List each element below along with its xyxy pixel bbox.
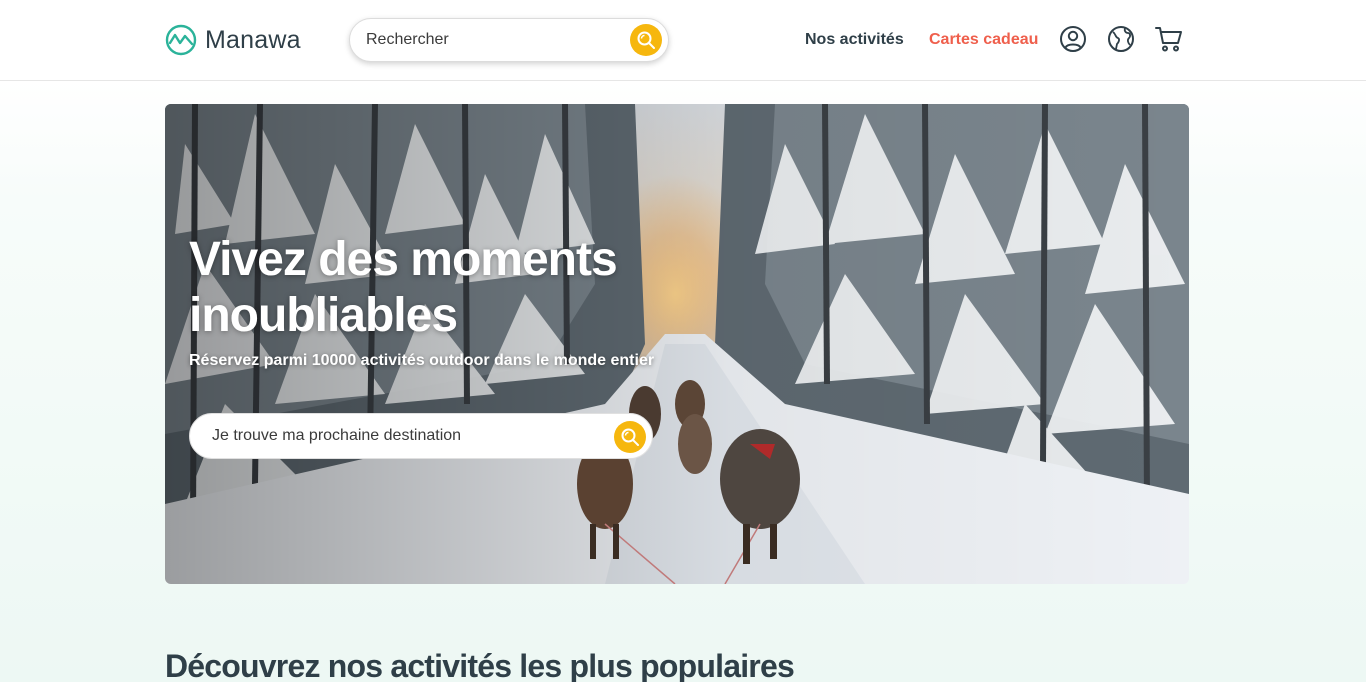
hero-title: Vivez des moments inoubliables bbox=[189, 233, 618, 342]
logo[interactable]: Manawa bbox=[165, 24, 301, 56]
hero-image bbox=[165, 104, 1189, 584]
logo-text: Manawa bbox=[205, 25, 301, 54]
nav-activities-link[interactable]: Nos activités bbox=[805, 29, 904, 51]
search-icon bbox=[621, 428, 639, 446]
header-search bbox=[349, 18, 669, 62]
header-search-input[interactable] bbox=[366, 19, 626, 61]
language-button[interactable] bbox=[1106, 23, 1136, 55]
destination-search-input[interactable] bbox=[212, 414, 612, 458]
account-button[interactable] bbox=[1058, 23, 1088, 55]
hero-subtitle: Réservez parmi 10000 activités outdoor d… bbox=[189, 352, 655, 369]
search-icon bbox=[637, 31, 655, 49]
globe-icon bbox=[1108, 26, 1134, 52]
cart-icon bbox=[1155, 27, 1182, 52]
user-icon bbox=[1060, 26, 1086, 52]
header-search-button[interactable] bbox=[630, 24, 662, 56]
nav-gift-cards-link[interactable]: Cartes cadeau bbox=[929, 29, 1038, 51]
site-header: Manawa Nos activités Cartes cadeau bbox=[0, 0, 1366, 81]
logo-icon bbox=[165, 24, 197, 56]
hero-banner: Vivez des moments inoubliables Réservez … bbox=[165, 104, 1189, 584]
cart-button[interactable] bbox=[1154, 23, 1184, 55]
destination-search-button[interactable] bbox=[614, 421, 646, 453]
hero-search bbox=[189, 413, 653, 459]
popular-activities-title: Découvrez nos activités les plus populai… bbox=[165, 648, 795, 682]
